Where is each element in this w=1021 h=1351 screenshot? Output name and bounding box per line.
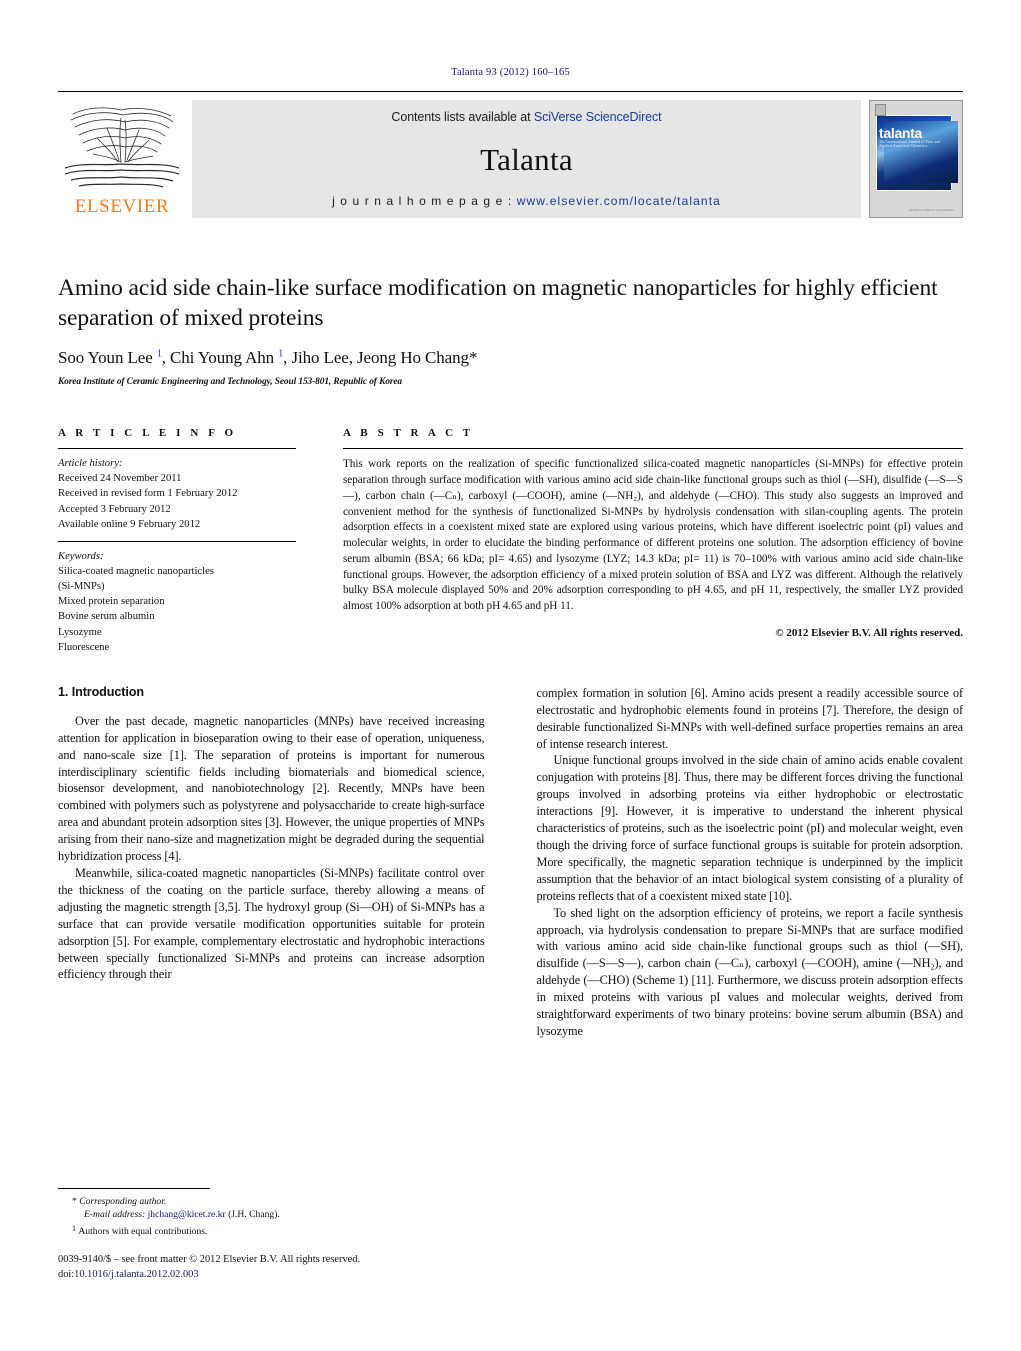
contents-available-line: Contents lists available at SciVerse Sci… <box>391 110 661 124</box>
paragraph: To shed light on the adsorption efficien… <box>536 905 964 1038</box>
footnote-corresponding-text: Corresponding author. <box>79 1195 167 1207</box>
abstract-column: A B S T R A C T This work reports on the… <box>343 427 963 655</box>
contents-band: Contents lists available at SciVerse Sci… <box>192 100 861 218</box>
issn-line: 0039-9140/$ – see front matter © 2012 El… <box>58 1254 361 1266</box>
page-title: Amino acid side chain-like surface modif… <box>58 275 938 332</box>
abstract-heading: A B S T R A C T <box>343 427 474 440</box>
abstract-rule <box>343 448 963 450</box>
history-item: Available online 9 February 2012 <box>58 518 201 530</box>
body-column-left: 1. Introduction Over the past decade, ma… <box>58 685 485 1040</box>
journal-homepage-line: j o u r n a l h o m e p a g e : www.else… <box>332 194 721 208</box>
keyword-item: Lysozyme <box>58 626 102 638</box>
body-column-right: complex formation in solution [6]. Amino… <box>537 685 964 1040</box>
abstract-text: This work reports on the realization of … <box>343 458 963 613</box>
paragraph: complex formation in solution [6]. Amino… <box>536 685 964 751</box>
author-footnote-marker: 1 <box>156 348 162 360</box>
email-address-label: E-mail address: <box>84 1209 146 1221</box>
keywords-list: Keywords: Silica-coated magnetic nanopar… <box>58 549 296 655</box>
history-item: Received 24 November 2011 <box>58 473 182 485</box>
article-info-rule <box>58 448 296 450</box>
contents-prefix: Contents lists available at <box>391 110 534 124</box>
abstract-copyright: © 2012 Elsevier B.V. All rights reserved… <box>775 626 963 639</box>
keywords-label: Keywords: <box>58 550 104 562</box>
running-head: Talanta 93 (2012) 160–165 <box>451 67 570 78</box>
elsevier-tree-icon <box>64 107 180 188</box>
paragraph: Over the past decade, magnetic nanoparti… <box>58 713 485 864</box>
body-columns: 1. Introduction Over the past decade, ma… <box>58 685 963 1040</box>
corresponding-author-marker: * <box>468 348 478 368</box>
article-history-label: Article history: <box>58 458 123 470</box>
journal-masthead: ELSEVIER Contents lists available at Sci… <box>58 91 963 218</box>
history-item: Received in revised form 1 February 2012 <box>58 488 238 500</box>
keyword-item: Mixed protein separation <box>58 596 165 608</box>
elsevier-wordmark: ELSEVIER <box>74 196 170 217</box>
doi-label: doi: <box>58 1269 75 1281</box>
email-suffix: (J.H. Chang). <box>228 1209 280 1221</box>
info-abstract-row: A R T I C L E I N F O Article history: R… <box>58 427 963 655</box>
title-block: Amino acid side chain-like surface modif… <box>58 273 963 387</box>
footnote-email: E-mail address: jhchang@kicet.re.kr (J.H… <box>72 1208 482 1222</box>
article-info-column: A R T I C L E I N F O Article history: R… <box>58 427 296 655</box>
keyword-item: Silica-coated magnetic nanoparticles <box>58 566 214 577</box>
affiliation: Korea Institute of Ceramic Engineering a… <box>58 377 403 388</box>
journal-title: Talanta <box>480 141 573 177</box>
footnote-equal-text: Authors with equal contributions. <box>78 1226 208 1238</box>
cover-corner-icon <box>875 104 886 116</box>
article-info-heading: A R T I C L E I N F O <box>58 427 237 440</box>
corresponding-email-link[interactable]: jhchang@kicet.re.kr <box>148 1209 226 1220</box>
author-footnote-marker: 1 <box>278 348 284 360</box>
cover-journal-name: talanta <box>879 125 923 141</box>
keywords-rule <box>58 540 296 542</box>
paragraph: Meanwhile, silica-coated magnetic nanopa… <box>58 866 485 982</box>
sciencedirect-link[interactable]: SciVerse ScienceDirect <box>534 110 662 124</box>
cover-bottom-logo: Available online at ScienceDirect <box>908 207 954 212</box>
journal-cover-thumbnail: talanta The International Journal of Pur… <box>869 100 963 218</box>
cover-journal-subtitle: The International Journal of Pure and Ap… <box>879 140 941 148</box>
journal-homepage-url[interactable]: www.elsevier.com/locate/talanta <box>517 194 721 208</box>
footnote-corresponding-author: * Corresponding author. <box>72 1195 482 1209</box>
footnote-rule <box>58 1187 210 1189</box>
keyword-item: Bovine serum albumin <box>58 611 155 623</box>
elsevier-logo: ELSEVIER <box>58 100 186 218</box>
article-history: Article history: Received 24 November 20… <box>58 456 296 532</box>
footnote-equal-contribution: 1 Authors with equal contributions. <box>72 1222 482 1239</box>
author-list: Soo Youn Lee 1, Chi Young Ahn 1, Jiho Le… <box>58 348 478 368</box>
keyword-item: (Si-MNPs) <box>58 581 105 593</box>
doi-link[interactable]: 10.1016/j.talanta.2012.02.003 <box>74 1269 198 1280</box>
history-item: Accepted 3 February 2012 <box>58 503 171 515</box>
article-page: Talanta 93 (2012) 160–165 ELSEVIER Conte… <box>0 0 1021 1351</box>
issn-copyright-block: 0039-9140/$ – see front matter © 2012 El… <box>58 1253 482 1283</box>
keyword-item: Fluorescene <box>58 641 110 653</box>
doi-line: doi:10.1016/j.talanta.2012.02.003 <box>58 1268 482 1283</box>
paragraph: Unique functional groups involved in the… <box>536 753 964 903</box>
homepage-prefix: j o u r n a l h o m e p a g e : <box>332 194 517 208</box>
footnote-zone: * Corresponding author. E-mail address: … <box>58 1187 482 1283</box>
section-heading-introduction: 1. Introduction <box>58 684 144 699</box>
